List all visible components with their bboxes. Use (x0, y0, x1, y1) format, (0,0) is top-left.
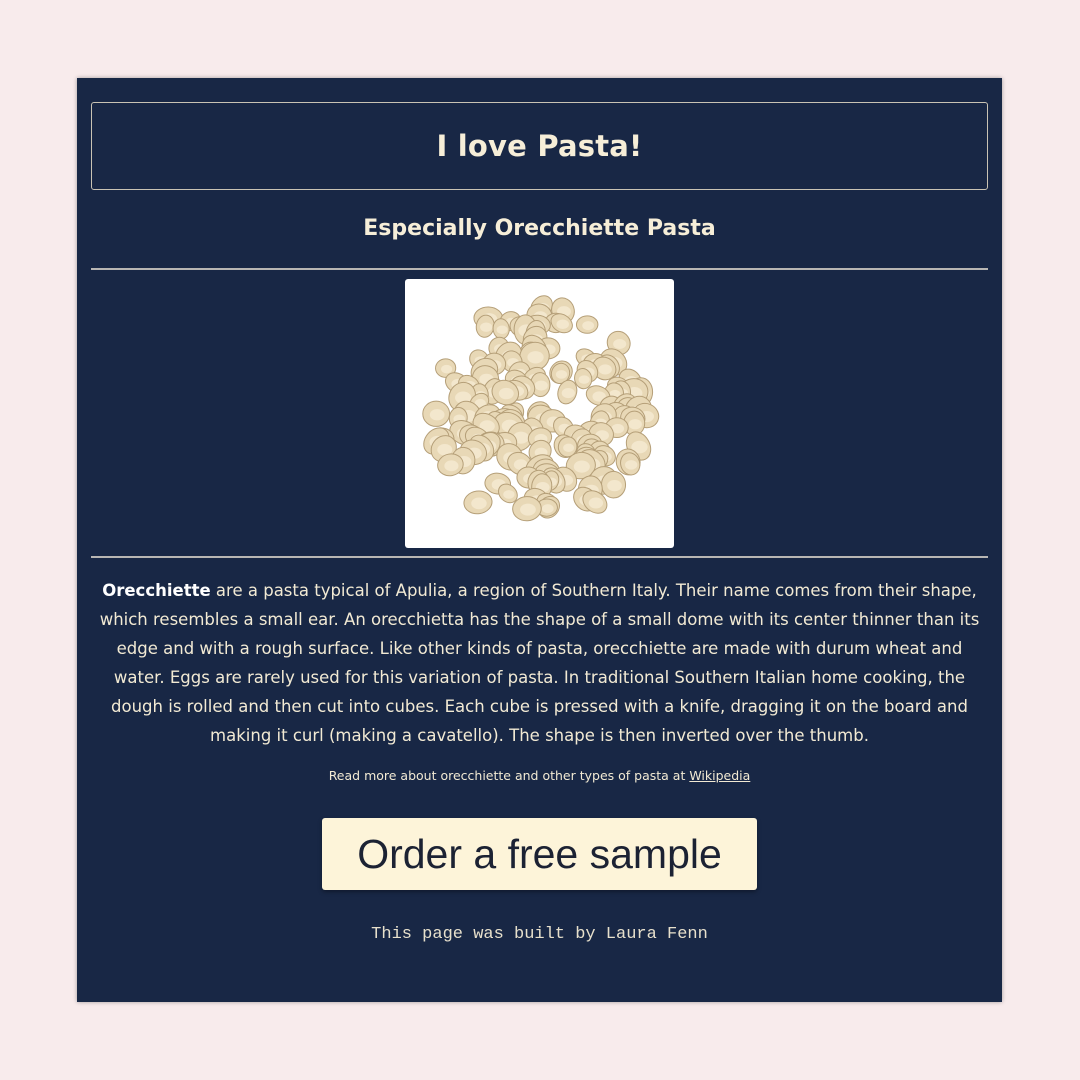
order-sample-button[interactable]: Order a free sample (322, 818, 757, 890)
title-box: I love Pasta! (91, 102, 988, 190)
article-term: Orecchiette (102, 581, 211, 600)
pasta-piece (575, 315, 599, 334)
wikipedia-link[interactable]: Wikipedia (689, 768, 750, 783)
pasta-piece (422, 400, 451, 427)
page-title: I love Pasta! (436, 129, 643, 163)
footer-credit: This page was built by Laura Fenn (371, 925, 708, 944)
read-more-prefix: Read more about orecchiette and other ty… (328, 768, 690, 783)
pasta-piece (600, 470, 627, 499)
article-text: are a pasta typical of Apulia, a region … (99, 581, 980, 745)
divider-top (91, 268, 988, 270)
pasta-illustration (422, 295, 660, 522)
pasta-piece (463, 490, 493, 515)
page-card: I love Pasta! Especially Orecchiette Pas… (77, 78, 1002, 1002)
page-subtitle: Especially Orecchiette Pasta (363, 216, 716, 241)
read-more-line: Read more about orecchiette and other ty… (77, 768, 1002, 783)
article-paragraph: Orecchiette are a pasta typical of Apuli… (97, 576, 982, 750)
pasta-photo (405, 279, 674, 548)
divider-bottom (91, 556, 988, 558)
